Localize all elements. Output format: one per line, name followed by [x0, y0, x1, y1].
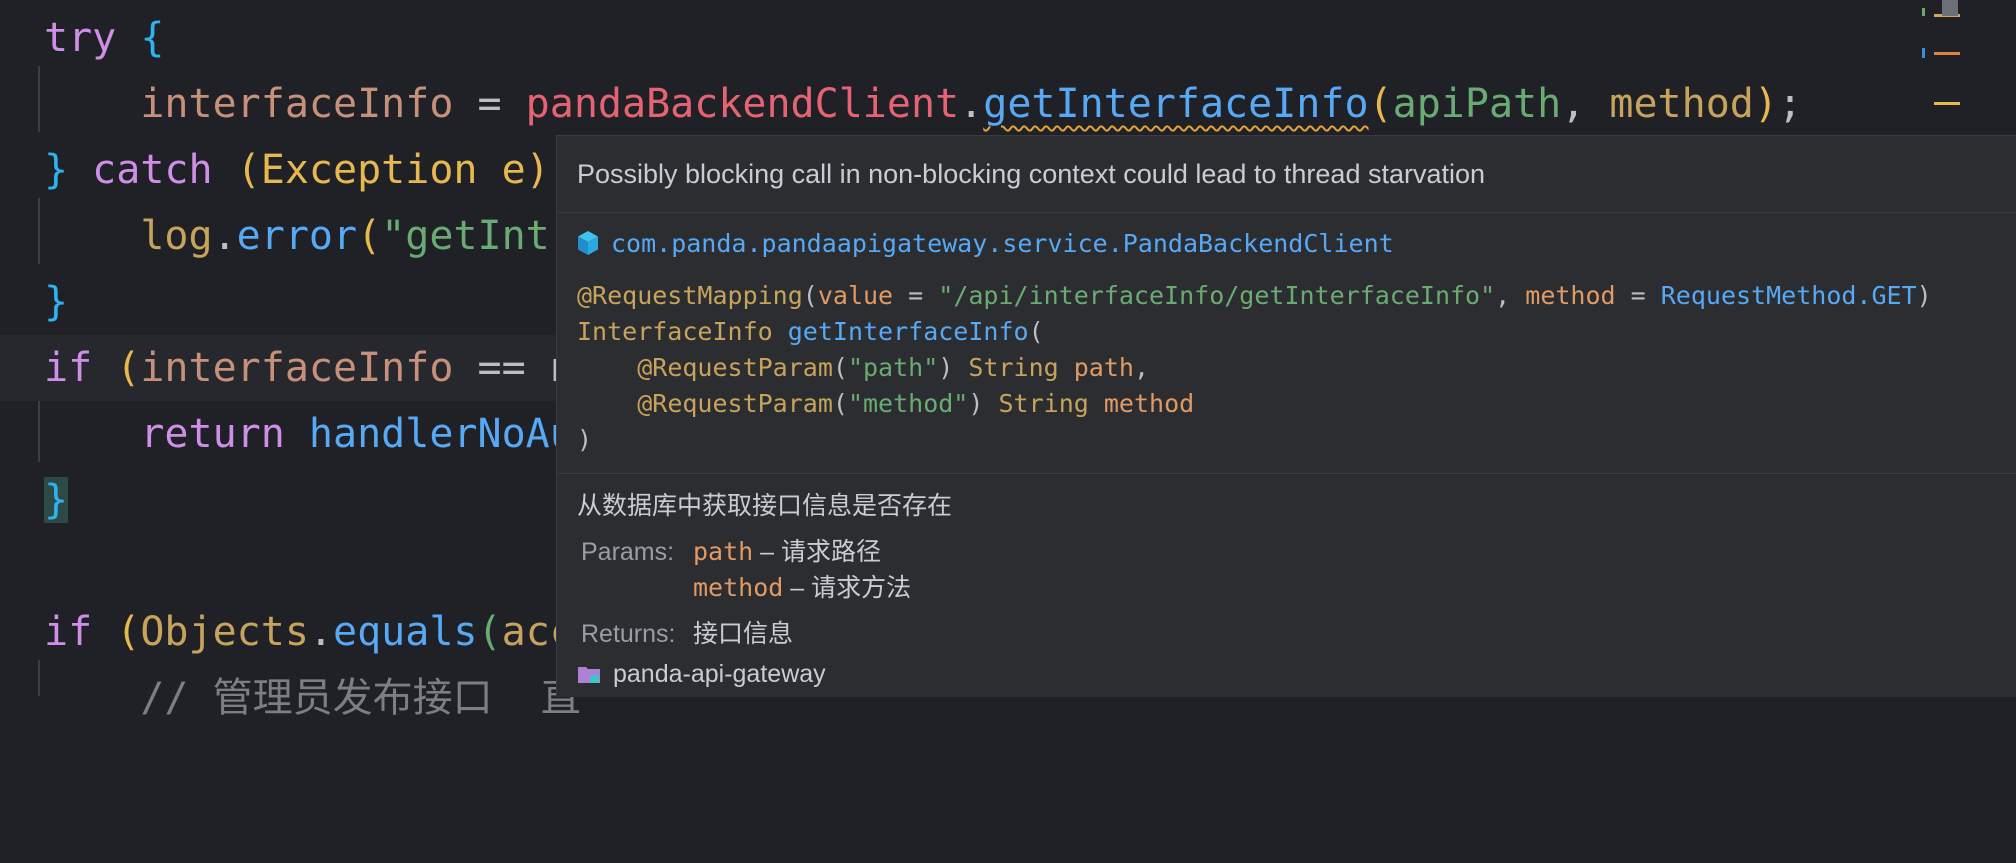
paren: ): [525, 147, 550, 193]
class-reference: Objects: [140, 609, 309, 655]
comma: ,: [1561, 81, 1610, 127]
code-line-2[interactable]: interfaceInfo = pandaBackendClient.getIn…: [0, 71, 2016, 137]
attr-key: value: [817, 281, 894, 310]
paren: (: [236, 147, 261, 193]
method-call-warning[interactable]: getInterfaceInfo: [983, 81, 1368, 127]
returns-label: Returns:: [581, 620, 676, 648]
operator: =: [453, 81, 526, 127]
semicolon: ;: [1777, 81, 1803, 127]
class-fqn[interactable]: com.panda.pandaapigateway.service.PandaB…: [611, 229, 1394, 258]
paren: (: [1368, 81, 1393, 127]
dot: .: [308, 609, 334, 655]
dot: .: [959, 81, 984, 127]
method-signature: @RequestMapping(value = "/api/interfaceI…: [577, 281, 1932, 454]
param-doc: path – 请求路径: [693, 534, 881, 570]
attr-value: "/api/interfaceInfo/getInterfaceInfo": [938, 281, 1496, 310]
argument: method: [1609, 81, 1754, 127]
variable: interfaceInfo: [140, 345, 454, 391]
method-description: 从数据库中获取接口信息是否存在: [577, 492, 953, 520]
param-desc: – 请求路径: [753, 538, 882, 566]
matched-brace: }: [44, 477, 69, 523]
keyword: return: [140, 411, 309, 457]
method-call: handlerNoAu: [308, 411, 574, 457]
paren: ): [1753, 81, 1778, 127]
divider: [557, 473, 2016, 474]
scrollbar-thumb[interactable]: [1942, 0, 1958, 16]
param-desc: – 请求方法: [783, 574, 912, 602]
scrollbar-change-marker: [1922, 48, 1925, 58]
brace: }: [44, 147, 69, 193]
param-name: path: [1073, 353, 1134, 382]
params-label: Params:: [581, 538, 675, 566]
field-reference: pandaBackendClient: [525, 81, 960, 127]
string-literal: "method": [847, 389, 969, 418]
paren: (: [477, 609, 502, 655]
string-literal: "path": [847, 353, 939, 382]
param-name: path: [693, 537, 754, 566]
exception-param: Exception e: [260, 147, 526, 193]
param-type: String: [968, 353, 1059, 382]
paren: (: [116, 345, 141, 391]
method-call: equals: [333, 609, 478, 655]
comment: // 管理员发布接口 直: [140, 675, 581, 721]
brace: }: [44, 279, 69, 325]
module-reference[interactable]: panda-api-gateway: [577, 656, 826, 692]
keyword: if: [44, 345, 117, 391]
param-name: method: [693, 573, 784, 602]
scrollbar-warning-marker[interactable]: [1934, 52, 1960, 55]
scrollbar-warning-marker[interactable]: [1934, 102, 1960, 105]
class-cube-icon: [578, 231, 598, 255]
keyword: catch: [68, 147, 237, 193]
keyword: if: [44, 609, 117, 655]
class-reference-link[interactable]: com.panda.pandaapigateway.service.PandaB…: [577, 224, 1394, 264]
brace: {: [140, 15, 165, 61]
logger: log: [140, 213, 213, 259]
paren: (: [357, 213, 382, 259]
scrollbar-change-marker: [1922, 8, 1925, 16]
annotation: @RequestParam: [637, 353, 833, 382]
method-call: error: [236, 213, 358, 259]
param-doc: method – 请求方法: [693, 570, 911, 606]
return-type[interactable]: InterfaceInfo: [577, 317, 773, 346]
dot: .: [212, 213, 237, 259]
module-folder-icon: [578, 667, 600, 683]
annotation: @RequestMapping: [577, 281, 803, 310]
param-name: method: [1103, 389, 1195, 418]
inspection-warning-text: Possibly blocking call in non-blocking c…: [577, 159, 1486, 189]
argument: apiPath: [1392, 81, 1562, 127]
param-type: String: [998, 389, 1089, 418]
string-literal: "getInt: [381, 213, 550, 259]
method-name: getInterfaceInfo: [787, 317, 1029, 346]
paren: (: [116, 609, 141, 655]
enum-link[interactable]: RequestMethod.GET: [1661, 281, 1917, 310]
module-name: panda-api-gateway: [613, 660, 826, 688]
keyword: try: [44, 15, 117, 61]
annotation: @RequestParam: [637, 389, 833, 418]
documentation-popup[interactable]: Possibly blocking call in non-blocking c…: [556, 135, 2016, 697]
code-line-1[interactable]: try {: [0, 5, 2016, 71]
divider: [557, 212, 2016, 213]
returns-value: 接口信息: [693, 620, 794, 648]
attr-key: method: [1525, 281, 1616, 310]
variable: interfaceInfo: [140, 81, 454, 127]
